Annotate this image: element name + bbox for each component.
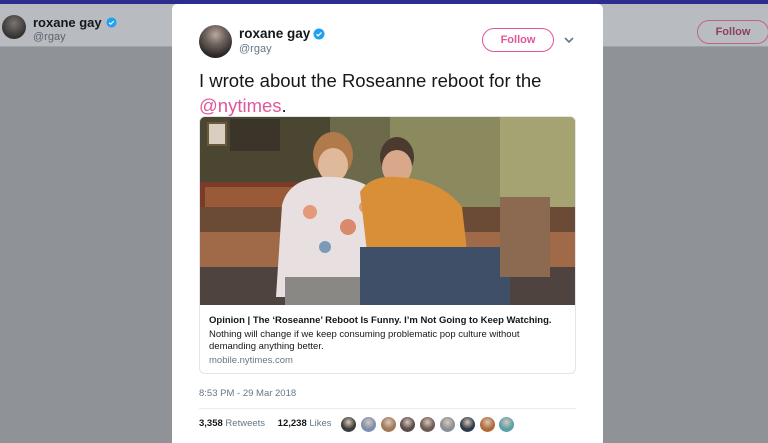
avatar[interactable] bbox=[199, 25, 232, 58]
mention-link[interactable]: @nytimes bbox=[199, 95, 282, 116]
liker-avatar[interactable] bbox=[419, 416, 437, 433]
background-avatar bbox=[2, 15, 26, 39]
liker-avatar[interactable] bbox=[438, 416, 456, 433]
card-title[interactable]: Opinion | The ‘Roseanne’ Reboot Is Funny… bbox=[209, 315, 569, 326]
liker-avatar[interactable] bbox=[340, 416, 357, 433]
card-description: Nothing will change if we keep consuming… bbox=[209, 329, 520, 352]
tweet-text: I wrote about the Roseanne reboot for th… bbox=[199, 68, 579, 118]
engagement-stats: 3,358 Retweets 12,238 Likes bbox=[199, 418, 342, 429]
card-domain: mobile.nytimes.com bbox=[209, 355, 293, 366]
background-user-name: roxane gay bbox=[33, 15, 117, 30]
likes-count: 12,238 bbox=[277, 418, 307, 429]
liker-avatar[interactable] bbox=[359, 416, 377, 433]
author-name-text[interactable]: roxane gay bbox=[239, 26, 310, 41]
tweet-modal: roxane gay @rgay Follow I wrote about th… bbox=[172, 4, 603, 443]
likes-stat[interactable]: 12,238 Likes bbox=[278, 418, 332, 429]
tweet-timestamp[interactable]: 8:53 PM - 29 Mar 2018 bbox=[199, 388, 296, 399]
follow-button[interactable]: Follow bbox=[482, 28, 554, 52]
link-card[interactable]: Opinion | The ‘Roseanne’ Reboot Is Funny… bbox=[199, 116, 576, 374]
likes-label: Likes bbox=[309, 418, 332, 429]
liker-avatar[interactable] bbox=[379, 416, 397, 433]
verified-icon bbox=[106, 17, 117, 28]
tweet-text-end: . bbox=[281, 95, 287, 116]
liker-avatar[interactable] bbox=[478, 416, 496, 433]
liker-avatar[interactable] bbox=[399, 416, 417, 433]
liker-avatars bbox=[340, 416, 518, 434]
card-image bbox=[200, 117, 575, 305]
tweet-text-body: I wrote about the Roseanne reboot for th… bbox=[199, 70, 542, 91]
retweets-label: Retweets bbox=[225, 418, 266, 429]
background-user-name-text: roxane gay bbox=[33, 15, 102, 30]
retweets-stat[interactable]: 3,358 Retweets bbox=[199, 418, 265, 429]
background-follow-button[interactable]: Follow bbox=[697, 20, 768, 44]
author-handle[interactable]: @rgay bbox=[239, 43, 272, 55]
liker-avatar[interactable] bbox=[458, 416, 476, 433]
divider bbox=[199, 408, 576, 409]
verified-icon bbox=[313, 28, 325, 40]
retweets-count: 3,358 bbox=[199, 418, 223, 429]
background-user-handle: @rgay bbox=[33, 31, 66, 43]
chevron-down-icon[interactable] bbox=[562, 33, 576, 47]
liker-avatar[interactable] bbox=[498, 416, 516, 433]
author-name[interactable]: roxane gay bbox=[239, 26, 325, 41]
